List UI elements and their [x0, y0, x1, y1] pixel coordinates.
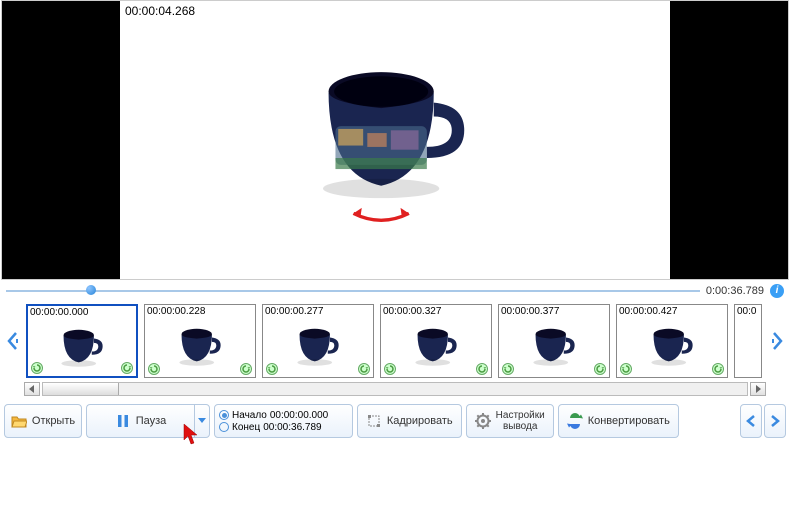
- crop-button[interactable]: Кадрировать: [357, 404, 462, 438]
- frame-timecode: 00:0: [736, 306, 757, 317]
- frame-timecode: 00:00:00.327: [382, 306, 442, 317]
- nav-buttons: [740, 404, 786, 438]
- scroll-right-button[interactable]: [750, 382, 766, 396]
- duration-label: 0:00:36.789: [706, 285, 764, 297]
- open-label: Открыть: [32, 415, 75, 427]
- folder-open-icon: [11, 413, 27, 429]
- frame-image: [529, 319, 579, 369]
- scroll-track[interactable]: [42, 382, 748, 396]
- frame-marker-left-icon: [502, 363, 514, 375]
- frame-thumbnail[interactable]: 00:00:00.000: [26, 304, 138, 378]
- scroll-left-button[interactable]: [24, 382, 40, 396]
- frame-thumbnail[interactable]: 00:00:00.228: [144, 304, 256, 378]
- frame-timecode: 00:00:00.228: [146, 306, 206, 317]
- settings-label: Настройки вывода: [496, 410, 545, 432]
- nav-next-button[interactable]: [764, 404, 786, 438]
- chevron-right-icon: [770, 415, 780, 427]
- info-icon[interactable]: i: [770, 284, 784, 298]
- gear-icon: [475, 413, 491, 429]
- time-range-group: Начало Конец: [214, 404, 353, 438]
- frame-thumbnail[interactable]: 00:00:00.327: [380, 304, 492, 378]
- frame-timecode: 00:00:00.377: [500, 306, 560, 317]
- timeline-playhead[interactable]: [86, 285, 96, 295]
- frame-marker-left-icon: [31, 362, 43, 374]
- frame-image: [175, 319, 225, 369]
- end-radio[interactable]: [219, 422, 229, 432]
- frame-marker-left-icon: [148, 363, 160, 375]
- frame-thumbnail[interactable]: 00:00:00.277: [262, 304, 374, 378]
- pause-label: Пауза: [136, 415, 167, 427]
- convert-label: Конвертировать: [588, 415, 670, 427]
- frames-next-button[interactable]: [768, 306, 786, 376]
- crop-label: Кадрировать: [387, 415, 453, 427]
- frame-marker-right-icon: [240, 363, 252, 375]
- frame-marker-left-icon: [384, 363, 396, 375]
- frame-marker-right-icon: [358, 363, 370, 375]
- play-dropdown-button[interactable]: [194, 404, 210, 438]
- frame-image: [57, 320, 107, 370]
- timeline: 0:00:36.789 i: [0, 280, 790, 302]
- preview-image: [305, 40, 485, 240]
- pillarbox-right: [670, 1, 788, 279]
- frame-marker-right-icon: [594, 363, 606, 375]
- frame-timecode: 00:00:00.427: [618, 306, 678, 317]
- frame-image: [411, 319, 461, 369]
- scroll-thumb[interactable]: [43, 383, 119, 395]
- chevron-down-icon: [198, 418, 206, 424]
- frame-thumbnail[interactable]: 00:00:00.377: [498, 304, 610, 378]
- nav-prev-button[interactable]: [740, 404, 762, 438]
- start-label: Начало: [232, 410, 267, 421]
- frame-marker-left-icon: [266, 363, 278, 375]
- start-radio[interactable]: [219, 410, 229, 420]
- crop-icon: [366, 413, 382, 429]
- convert-icon: [567, 413, 583, 429]
- end-label: Конец: [232, 422, 260, 433]
- end-time-input[interactable]: [263, 422, 341, 433]
- frame-thumbnail[interactable]: 00:0: [734, 304, 762, 378]
- pause-button[interactable]: Пауза: [86, 404, 194, 438]
- frames-prev-button[interactable]: [4, 306, 22, 376]
- timeline-track[interactable]: [6, 287, 700, 295]
- frame-thumbnail[interactable]: 00:00:00.427: [616, 304, 728, 378]
- frame-image: [293, 319, 343, 369]
- frame-strip: 00:00:00.000 00:00:00.228 00:00:00.277 00:0…: [0, 302, 790, 380]
- frame-image: [647, 319, 697, 369]
- frame-marker-right-icon: [121, 362, 133, 374]
- frame-marker-right-icon: [712, 363, 724, 375]
- frame-marker-right-icon: [476, 363, 488, 375]
- toolbar: Открыть Пауза Начало Конец: [0, 398, 790, 444]
- output-settings-button[interactable]: Настройки вывода: [466, 404, 554, 438]
- convert-button[interactable]: Конвертировать: [558, 404, 679, 438]
- frame-timecode: 00:00:00.000: [29, 307, 89, 318]
- pillarbox-left: [2, 1, 120, 279]
- pause-icon: [115, 413, 131, 429]
- timecode-overlay: 00:00:04.268: [122, 3, 198, 19]
- frame-marker-left-icon: [620, 363, 632, 375]
- frame-timecode: 00:00:00.277: [264, 306, 324, 317]
- video-viewer: 00:00:04.268: [1, 0, 789, 280]
- frame-scrollbar: [0, 380, 790, 398]
- chevron-left-icon: [746, 415, 756, 427]
- start-time-input[interactable]: [270, 410, 348, 421]
- play-pause-split-button: Пауза: [86, 404, 210, 438]
- video-frame[interactable]: 00:00:04.268: [120, 1, 670, 279]
- open-button[interactable]: Открыть: [4, 404, 82, 438]
